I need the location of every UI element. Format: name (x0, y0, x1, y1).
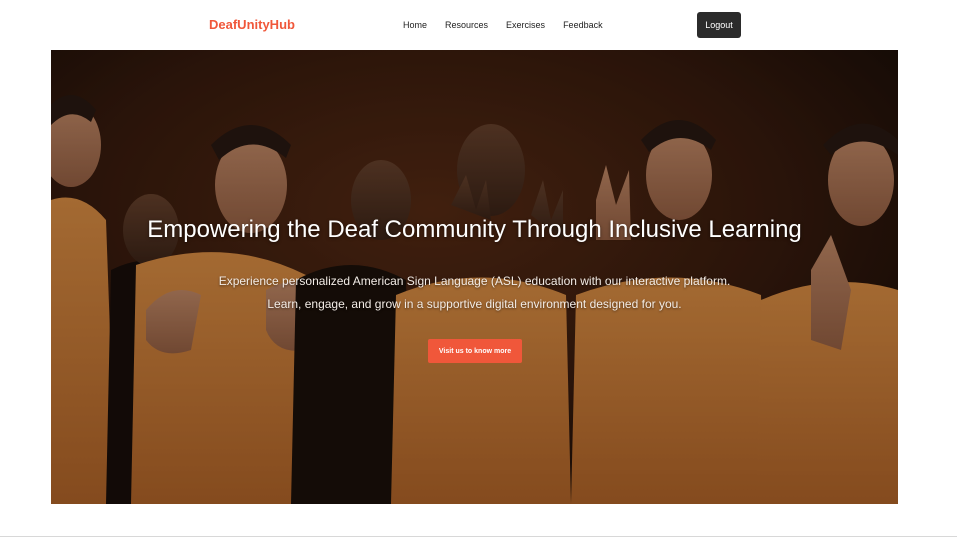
nav-link-home[interactable]: Home (403, 20, 427, 30)
nav-link-exercises[interactable]: Exercises (506, 20, 545, 30)
footer-divider (0, 536, 957, 537)
logout-button[interactable]: Logout (697, 12, 741, 38)
hero-title: Empowering the Deaf Community Through In… (147, 216, 802, 243)
visit-us-button[interactable]: Visit us to know more (428, 339, 522, 363)
nav-link-resources[interactable]: Resources (445, 20, 488, 30)
brand-logo[interactable]: DeafUnityHub (209, 17, 295, 32)
navbar: DeafUnityHub Home Resources Exercises Fe… (0, 0, 957, 50)
hero-section: Empowering the Deaf Community Through In… (51, 50, 898, 504)
nav-links: Home Resources Exercises Feedback (403, 20, 621, 30)
nav-link-feedback[interactable]: Feedback (563, 20, 603, 30)
hero-subtitle-line2: Learn, engage, and grow in a supportive … (267, 297, 682, 311)
hero-subtitle-line1: Experience personalized American Sign La… (218, 274, 731, 288)
